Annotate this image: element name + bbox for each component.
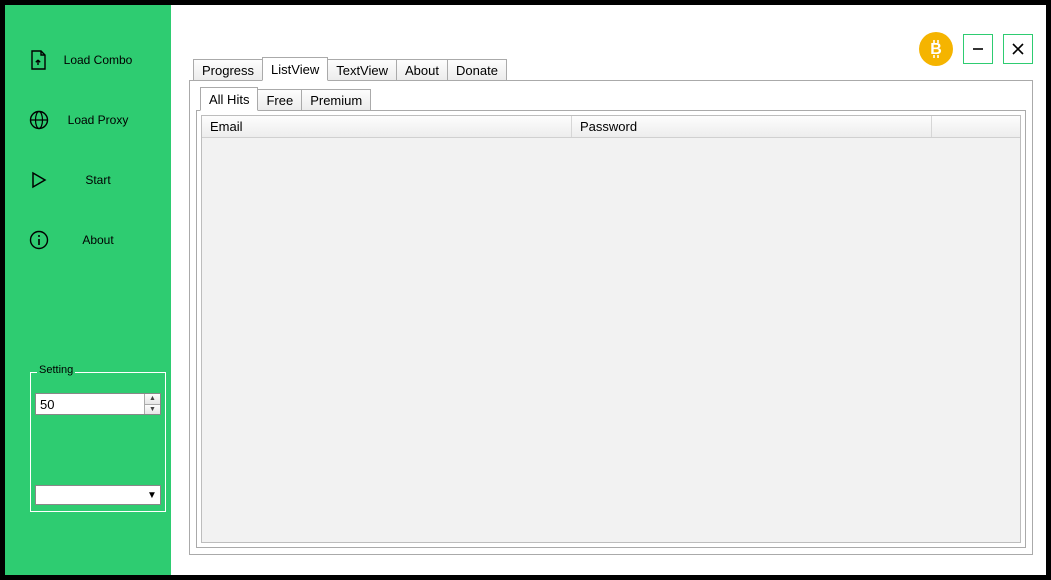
tab-textview[interactable]: TextView — [327, 59, 397, 80]
subtab-all-hits[interactable]: All Hits — [200, 87, 258, 111]
sidebar: Load Combo Load Proxy Start — [5, 5, 171, 575]
setting-groupbox: Setting ▲ ▼ ▼ — [30, 372, 166, 512]
table-header: Email Password — [202, 116, 1020, 138]
tab-donate[interactable]: Donate — [447, 59, 507, 80]
sidebar-item-about[interactable]: About — [5, 225, 171, 255]
main-area: B Progress ListView — [171, 5, 1046, 575]
listview-panel: All Hits Free Premium Email Password — [189, 80, 1033, 555]
minimize-button[interactable] — [963, 34, 993, 64]
sidebar-item-start[interactable]: Start — [5, 165, 171, 195]
column-header-empty[interactable] — [932, 116, 1020, 137]
main-tabstrip: Progress ListView TextView About Donate — [193, 58, 506, 80]
thread-count-spinner[interactable]: ▲ ▼ — [35, 393, 161, 415]
column-header-email[interactable]: Email — [202, 116, 572, 137]
close-button[interactable] — [1003, 34, 1033, 64]
tab-listview[interactable]: ListView — [262, 57, 328, 81]
info-icon — [29, 230, 49, 250]
spinner-down-button[interactable]: ▼ — [145, 405, 160, 415]
setting-legend: Setting — [37, 364, 75, 376]
globe-icon — [29, 110, 49, 130]
upload-file-icon — [29, 50, 49, 70]
results-table[interactable]: Email Password — [201, 115, 1021, 543]
chevron-down-icon: ▼ — [144, 490, 160, 501]
all-hits-panel: Email Password — [196, 110, 1026, 548]
tab-progress[interactable]: Progress — [193, 59, 263, 80]
sidebar-item-load-proxy[interactable]: Load Proxy — [5, 105, 171, 135]
sidebar-item-label: Load Proxy — [49, 113, 171, 127]
sidebar-item-load-combo[interactable]: Load Combo — [5, 45, 171, 75]
subtab-premium[interactable]: Premium — [301, 89, 371, 110]
sidebar-item-label: Load Combo — [49, 53, 171, 67]
spinner-up-button[interactable]: ▲ — [145, 394, 160, 405]
app-window: Load Combo Load Proxy Start — [5, 5, 1046, 575]
sidebar-item-label: Start — [49, 173, 171, 187]
play-icon — [29, 170, 49, 190]
setting-combobox[interactable]: ▼ — [35, 485, 161, 505]
tab-about[interactable]: About — [396, 59, 448, 80]
sub-tabstrip: All Hits Free Premium — [200, 88, 370, 110]
sidebar-item-label: About — [49, 233, 171, 247]
thread-count-input[interactable] — [36, 394, 144, 414]
column-header-password[interactable]: Password — [572, 116, 932, 137]
bitcoin-icon[interactable]: B — [919, 32, 953, 66]
titlebar-controls: B — [919, 32, 1033, 66]
spinner-buttons: ▲ ▼ — [144, 394, 160, 414]
svg-text:B: B — [930, 41, 942, 58]
subtab-free[interactable]: Free — [257, 89, 302, 110]
